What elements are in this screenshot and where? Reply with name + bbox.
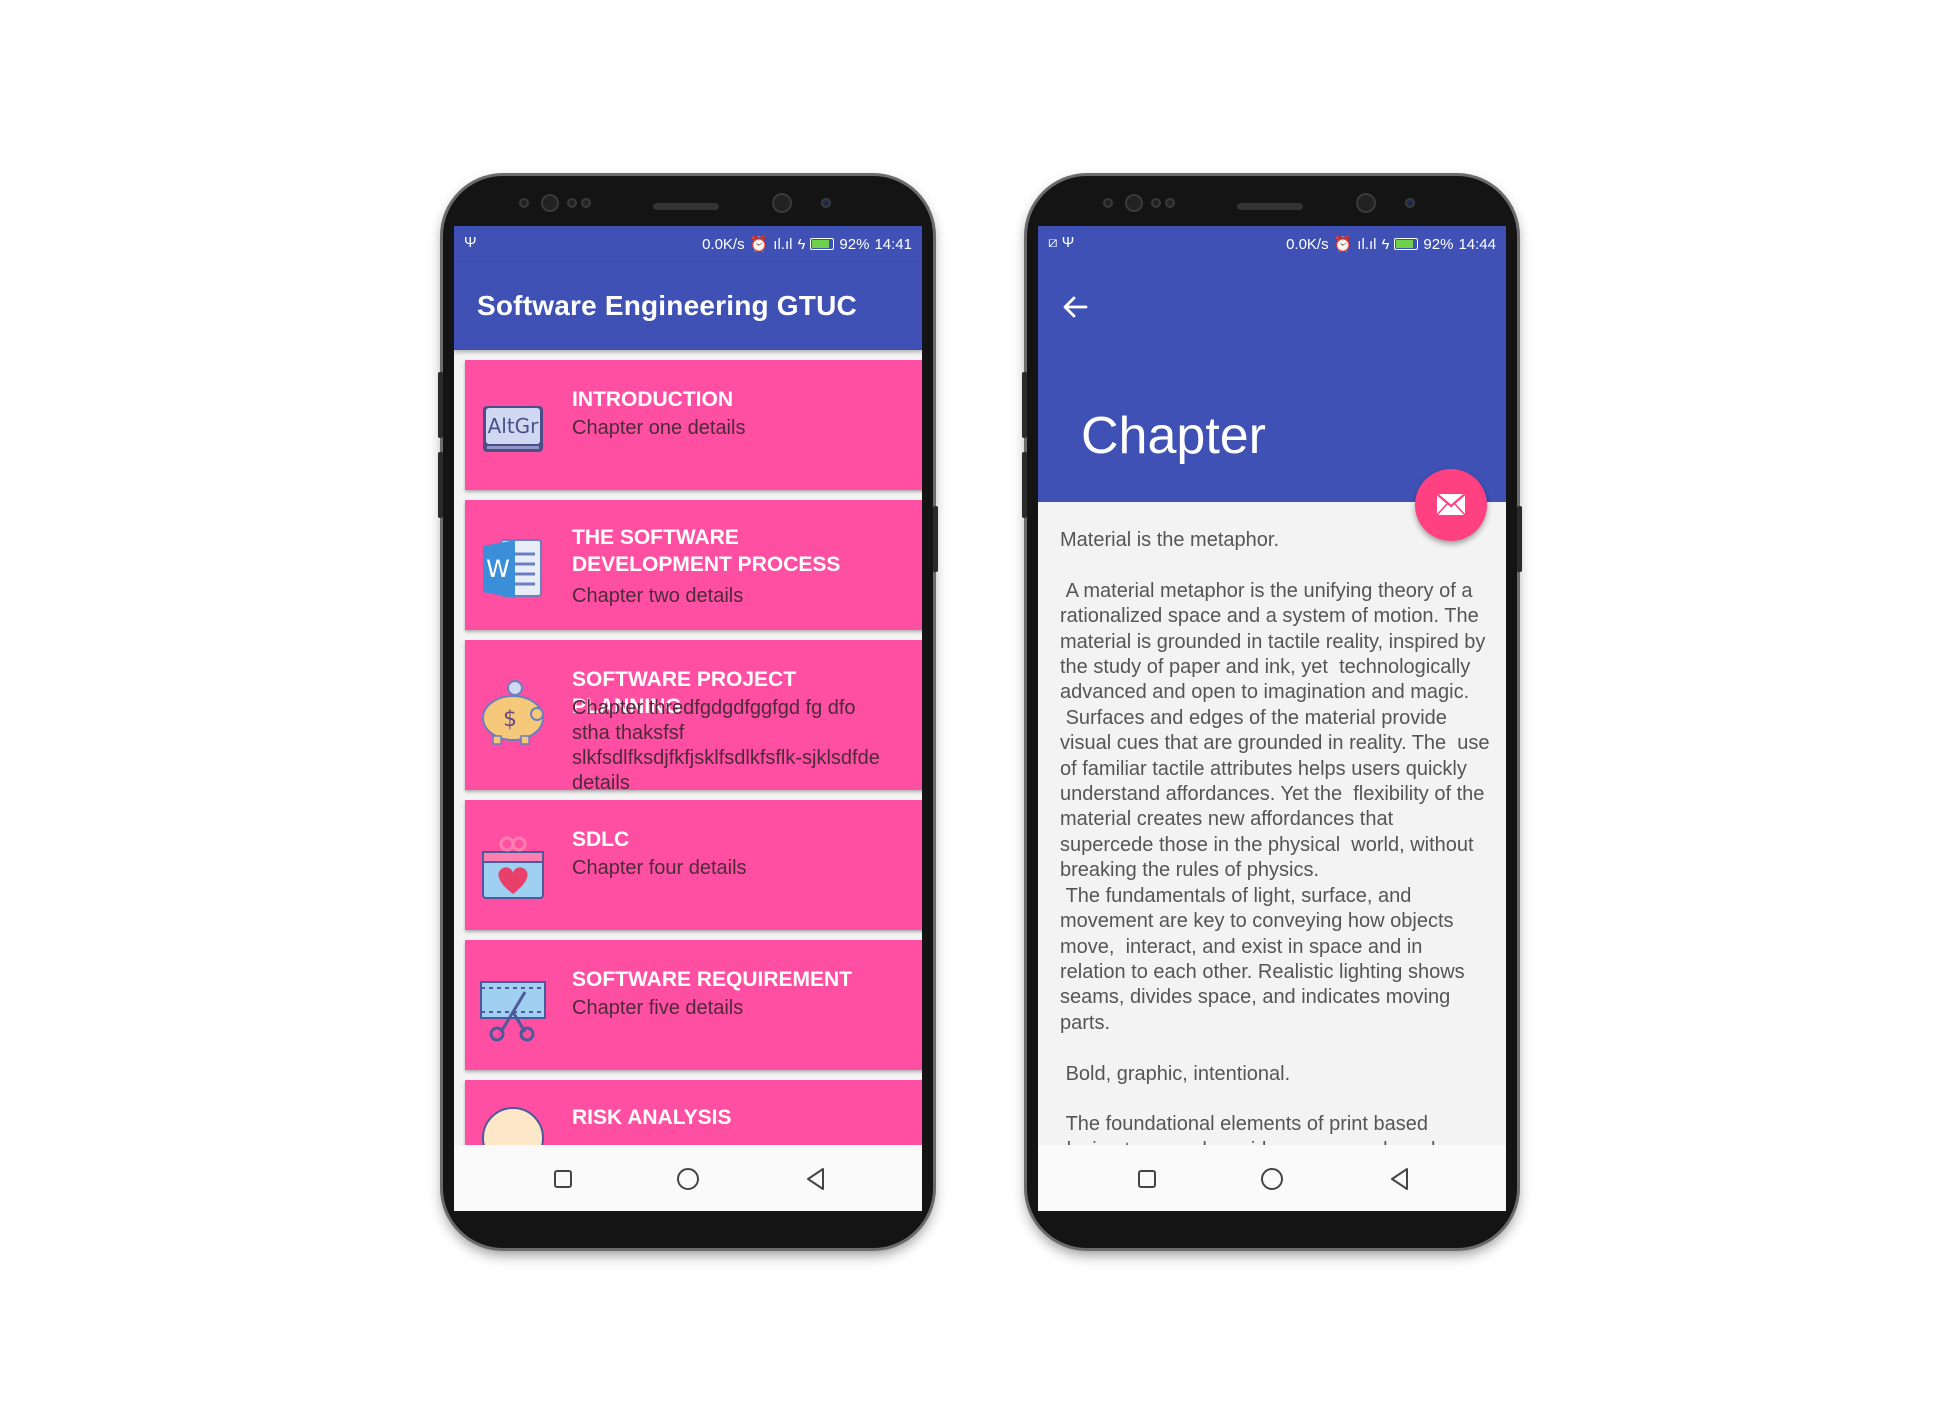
sensor (1405, 198, 1415, 208)
chapter-card-software-requirement[interactable]: SOFTWARE REQUIREMENT Chapter five detail… (465, 940, 922, 1070)
navigation-bar (454, 1145, 922, 1211)
sensor (581, 198, 591, 208)
battery-percent: 92% (839, 235, 870, 253)
alarm-icon: ⏰ (1333, 236, 1353, 253)
charging-icon: ϟ (1381, 235, 1390, 253)
right-screen: ⧄ Ψ 0.0K/s ⏰ ıl.ıl ϟ 92% 14:44 Chapter M… (1038, 226, 1506, 1211)
charging-icon: ϟ (797, 235, 806, 253)
screenshot-icon: ⧄ Ψ (1048, 234, 1075, 251)
chapter-card-risk-analysis[interactable]: RISK ANALYSIS (465, 1080, 922, 1145)
sensor (1103, 198, 1113, 208)
battery-icon (810, 238, 835, 250)
chapter-card-introduction[interactable]: AltGr INTRODUCTION Chapter one details (465, 360, 922, 490)
earpiece-speaker (653, 203, 719, 210)
power-button (1517, 506, 1522, 572)
volume-button (438, 452, 443, 518)
app-bar: Software Engineering GTUC (454, 262, 922, 350)
chapter-card-sdlc[interactable]: SDLC Chapter four details (465, 800, 922, 930)
recents-button-icon[interactable] (550, 1166, 576, 1192)
right-phone: ⧄ Ψ 0.0K/s ⏰ ıl.ıl ϟ 92% 14:44 Chapter M… (1022, 176, 1522, 1248)
sensor (1151, 198, 1161, 208)
back-button-icon[interactable] (803, 1166, 829, 1192)
top-bezel (1027, 176, 1517, 226)
card-subtitle: Chapter five details (572, 997, 744, 1019)
card-subtitle: Chapter thredfgdgdfggfgd fg dfo stha tha… (572, 697, 880, 794)
card-subtitle: Chapter two details (572, 585, 744, 607)
sensor (1165, 198, 1175, 208)
chapter-content-scroll[interactable]: Material is the metaphor. A material met… (1038, 502, 1506, 1145)
card-title: INTRODUCTION (572, 388, 733, 411)
network-speed: 0.0K/s (1286, 235, 1329, 253)
chapter-card-software-development-process[interactable]: W THE SOFTWARE DEVELOPMENT PROCESS Chapt… (465, 500, 922, 630)
home-button-icon[interactable] (675, 1166, 701, 1192)
chapter-list[interactable]: AltGr INTRODUCTION Chapter one details W (454, 350, 922, 1145)
film-scissors-icon (480, 981, 546, 1042)
home-button-icon[interactable] (1259, 1166, 1285, 1192)
app-title: Software Engineering GTUC (477, 290, 857, 321)
signal-icon: ıl.ıl (773, 235, 793, 253)
piggy-bank-icon: $ (482, 680, 544, 745)
card-title: RISK ANALYSIS (572, 1106, 732, 1129)
word-document-icon: W (483, 539, 542, 598)
back-button-icon[interactable] (1387, 1166, 1413, 1192)
sensor (821, 198, 831, 208)
chapter-card-software-project-planning[interactable]: $ SOFTWARE PROJECT PLANNING Chapter thre… (465, 640, 922, 794)
front-camera-icon (1356, 193, 1376, 213)
card-subtitle: Chapter four details (572, 857, 747, 879)
battery-percent: 92% (1423, 235, 1454, 253)
risk-icon (482, 1107, 544, 1145)
back-arrow-icon[interactable] (1060, 292, 1090, 322)
card-subtitle: Chapter one details (572, 417, 746, 439)
clock: 14:44 (1458, 235, 1496, 253)
card-title: SOFTWARE REQUIREMENT (572, 968, 853, 991)
status-bar: Ψ 0.0K/s ⏰ ıl.ıl ϟ 92% 14:41 (454, 226, 922, 262)
card-title: THE SOFTWARE DEVELOPMENT PROCESS (572, 526, 841, 576)
volume-button (438, 372, 443, 438)
svg-text:AltGr: AltGr (488, 414, 540, 438)
camera-icon (1125, 194, 1143, 212)
sensor (519, 198, 529, 208)
alarm-icon: ⏰ (749, 236, 769, 253)
svg-text:W: W (486, 555, 510, 583)
card-title: SDLC (572, 828, 630, 851)
email-fab-button[interactable] (1415, 469, 1487, 541)
network-speed: 0.0K/s (702, 235, 745, 253)
front-camera-icon (772, 193, 792, 213)
gift-heart-icon (482, 836, 544, 899)
volume-button (1022, 372, 1027, 438)
status-bar: ⧄ Ψ 0.0K/s ⏰ ıl.ıl ϟ 92% 14:44 (1038, 226, 1506, 262)
camera-icon (541, 194, 559, 212)
sensor (567, 198, 577, 208)
collapsing-toolbar: Chapter (1038, 262, 1506, 502)
altgr-key-icon: AltGr (483, 406, 543, 452)
chapter-body-text: Material is the metaphor. A material met… (1060, 529, 1490, 1145)
left-screen: Ψ 0.0K/s ⏰ ıl.ıl ϟ 92% 14:41 Software En… (454, 226, 922, 1211)
svg-text:$: $ (503, 707, 517, 732)
chapter-title: Chapter (1081, 407, 1266, 465)
signal-icon: ıl.ıl (1357, 235, 1377, 253)
clock: 14:41 (874, 235, 912, 253)
top-bezel (443, 176, 933, 226)
mail-icon (1436, 493, 1466, 516)
earpiece-speaker (1237, 203, 1303, 210)
volume-button (1022, 452, 1027, 518)
battery-icon (1394, 238, 1419, 250)
left-phone: Ψ 0.0K/s ⏰ ıl.ıl ϟ 92% 14:41 Software En… (438, 176, 938, 1248)
navigation-bar (1038, 1145, 1506, 1211)
power-button (933, 506, 938, 572)
recents-button-icon[interactable] (1134, 1166, 1160, 1192)
usb-icon: Ψ (464, 234, 477, 251)
